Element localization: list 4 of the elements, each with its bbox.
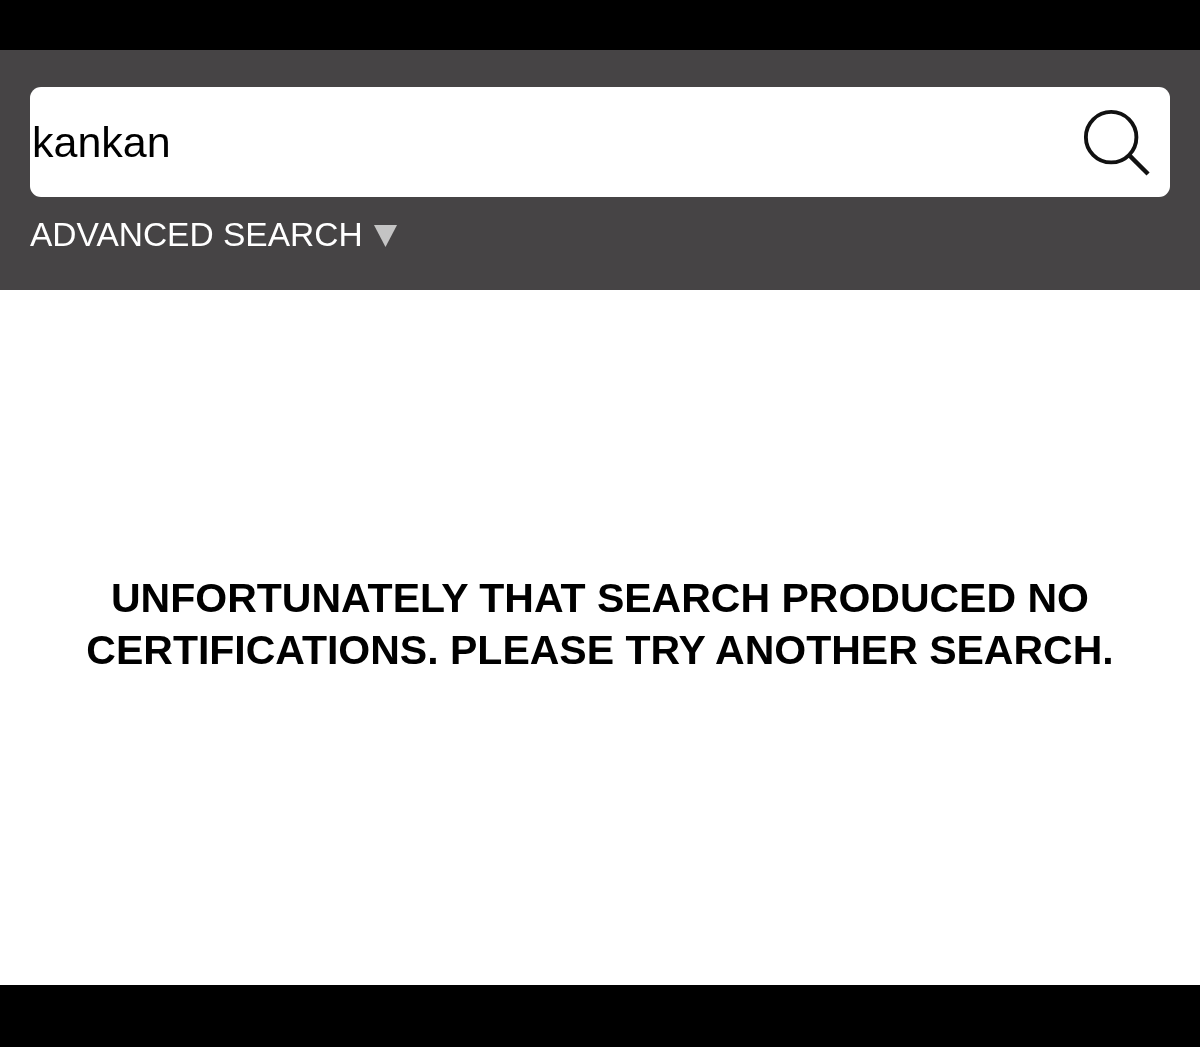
no-results-message: UNFORTUNATELY THAT SEARCH PRODUCED NO CERTIFICATIONS. PLEASE TRY ANOTHER SEARCH. — [85, 573, 1115, 675]
search-field[interactable]: kankan — [30, 87, 1170, 197]
advanced-search-toggle[interactable]: ADVANCED SEARCH — [30, 215, 398, 255]
search-icon[interactable] — [1082, 108, 1150, 176]
